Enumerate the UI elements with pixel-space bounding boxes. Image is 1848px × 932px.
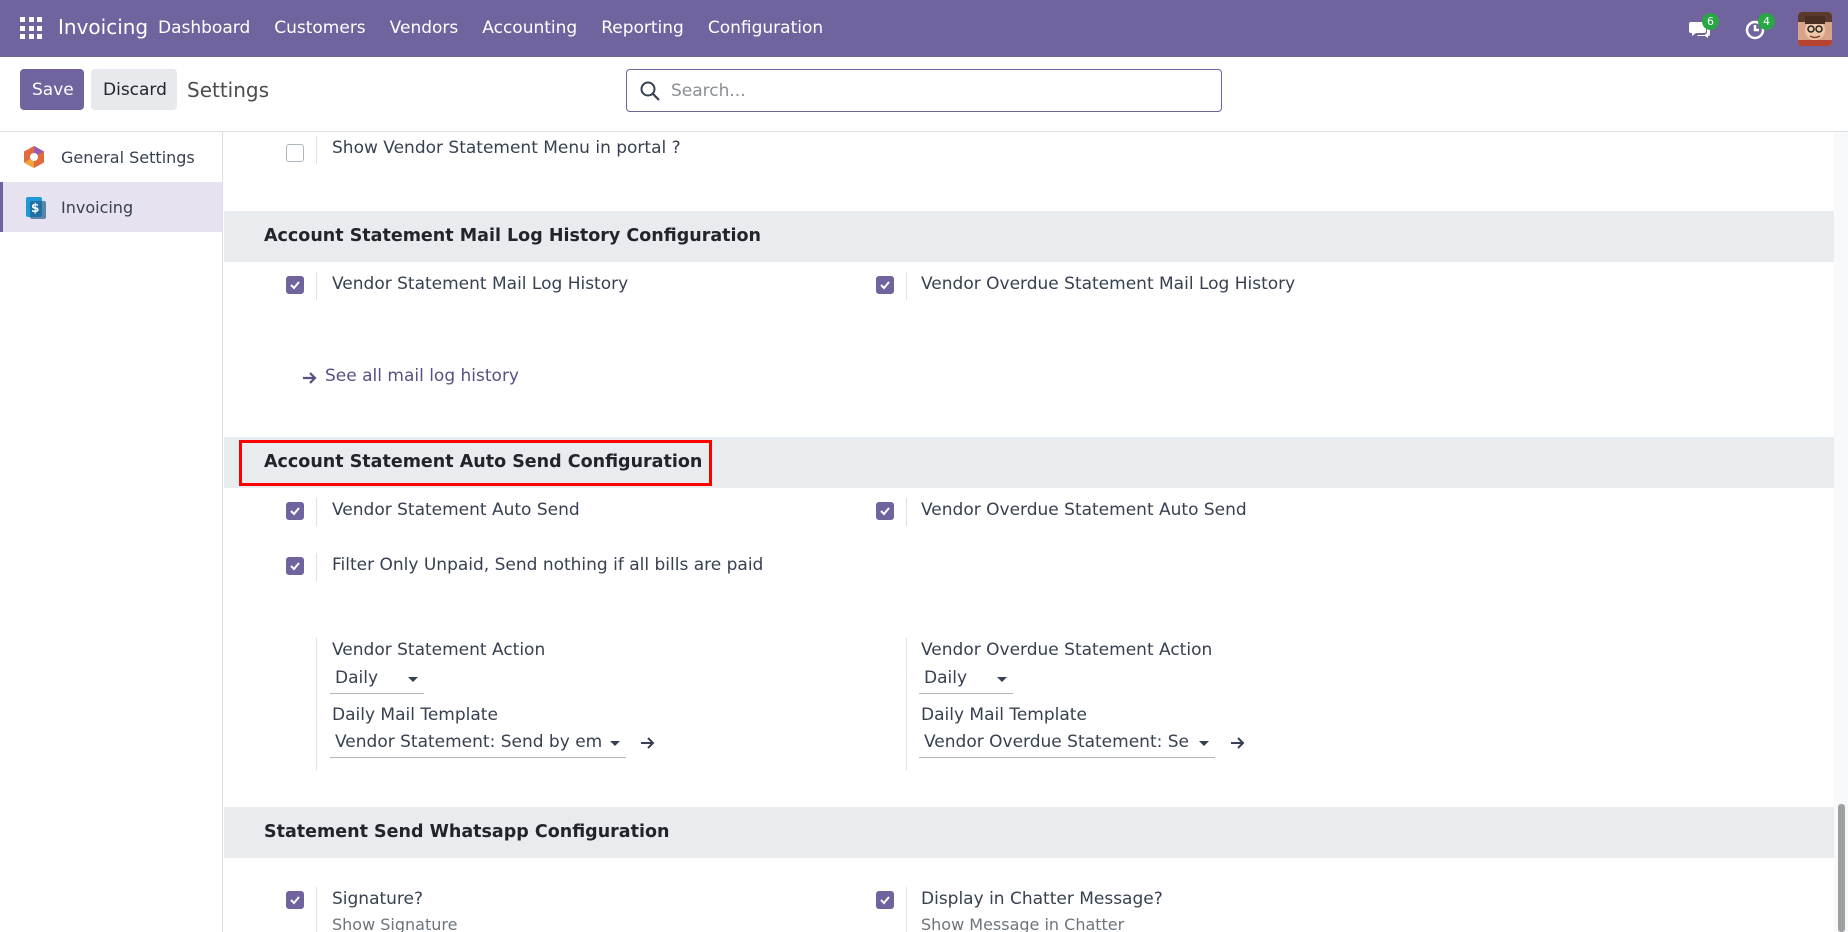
apps-menu-icon[interactable] <box>20 17 42 39</box>
messages-badge: 6 <box>1702 13 1719 30</box>
menu-configuration[interactable]: Configuration <box>708 18 823 38</box>
portal-setting-label: Show Vendor Statement Menu in portal ? <box>332 138 681 158</box>
arrow-right-icon[interactable] <box>638 733 658 753</box>
arrow-right-icon[interactable] <box>1228 733 1248 753</box>
vendor-statement-action-select[interactable]: Daily <box>330 666 424 694</box>
mail-log-section-header: Account Statement Mail Log History Confi… <box>224 211 1834 262</box>
see-mail-log-history-link[interactable]: See all mail log history <box>325 366 519 386</box>
vendor-overdue-mail-log-checkbox[interactable] <box>876 276 894 294</box>
filter-unpaid-label: Filter Only Unpaid, Send nothing if all … <box>332 555 764 575</box>
vendor-overdue-mail-log-label: Vendor Overdue Statement Mail Log Histor… <box>921 274 1296 294</box>
discard-button[interactable]: Discard <box>91 69 177 110</box>
messages-icon[interactable]: 6 <box>1688 13 1719 41</box>
chatter-message-sub: Show Message in Chatter <box>921 915 1125 932</box>
divider <box>316 272 317 300</box>
divider <box>316 136 317 164</box>
vendor-overdue-action-label: Vendor Overdue Statement Action <box>921 640 1213 660</box>
page-title: Settings <box>187 78 270 102</box>
menu-dashboard[interactable]: Dashboard <box>158 18 250 38</box>
divider <box>906 638 907 770</box>
vendor-overdue-action-select[interactable]: Daily <box>919 666 1013 694</box>
divider <box>906 272 907 300</box>
select-value: Vendor Statement: Send by email <box>335 732 601 752</box>
settings-content: Show Vendor Statement Menu in portal ? A… <box>224 132 1834 932</box>
vendor-overdue-auto-send-checkbox[interactable] <box>876 502 894 520</box>
daily-mail-template-label: Daily Mail Template <box>332 705 498 725</box>
svg-text:$: $ <box>31 201 39 215</box>
search-icon <box>640 81 660 101</box>
top-navbar: Invoicing Dashboard Customers Vendors Ac… <box>0 0 1848 57</box>
portal-checkbox[interactable] <box>286 144 304 162</box>
vendor-auto-send-label: Vendor Statement Auto Send <box>332 500 580 520</box>
sidebar-item-general-settings[interactable]: General Settings <box>0 132 222 182</box>
invoicing-icon: $ <box>26 197 46 219</box>
vendor-mail-log-label: Vendor Statement Mail Log History <box>332 274 629 294</box>
navbar-systray: 6 4 <box>1648 0 1848 57</box>
daily-mail-template-label: Daily Mail Template <box>921 705 1087 725</box>
sidebar-item-label: Invoicing <box>61 197 134 217</box>
chatter-message-checkbox[interactable] <box>876 891 894 909</box>
caret-down-icon <box>997 677 1007 682</box>
vendor-statement-action-label: Vendor Statement Action <box>332 640 546 660</box>
search-input[interactable] <box>671 78 1211 104</box>
caret-down-icon <box>408 677 418 682</box>
signature-checkbox[interactable] <box>286 891 304 909</box>
select-value: Daily <box>335 668 379 688</box>
signature-label: Signature? <box>332 889 424 909</box>
whatsapp-section-header: Statement Send Whatsapp Configuration <box>224 807 1834 858</box>
arrow-right-icon <box>303 372 317 384</box>
filter-unpaid-checkbox[interactable] <box>286 557 304 575</box>
caret-down-icon <box>610 741 620 746</box>
user-avatar[interactable] <box>1798 12 1832 46</box>
section-title: Statement Send Whatsapp Configuration <box>264 822 670 842</box>
divider <box>906 498 907 526</box>
app-brand[interactable]: Invoicing <box>58 15 148 39</box>
vendor-statement-template-select[interactable]: Vendor Statement: Send by email <box>330 730 626 758</box>
activities-badge: 4 <box>1758 13 1775 30</box>
sidebar-item-label: General Settings <box>61 147 195 167</box>
divider <box>316 638 317 770</box>
search-box[interactable] <box>626 69 1222 112</box>
select-value: Daily <box>924 668 968 688</box>
menu-reporting[interactable]: Reporting <box>601 18 684 38</box>
highlight-annotation <box>239 440 712 486</box>
general-settings-icon <box>24 146 44 168</box>
divider <box>316 498 317 526</box>
main-menu: Dashboard Customers Vendors Accounting R… <box>158 18 847 38</box>
vendor-mail-log-checkbox[interactable] <box>286 276 304 294</box>
settings-sidebar: General Settings $ Invoicing <box>0 132 223 932</box>
chatter-message-label: Display in Chatter Message? <box>921 889 1163 909</box>
divider <box>316 553 317 581</box>
caret-down-icon <box>1199 741 1209 746</box>
section-title: Account Statement Mail Log History Confi… <box>264 226 761 246</box>
signature-sub: Show Signature <box>332 915 458 932</box>
divider <box>906 887 907 932</box>
menu-accounting[interactable]: Accounting <box>482 18 577 38</box>
menu-customers[interactable]: Customers <box>274 18 365 38</box>
select-value: Vendor Overdue Statement: Send by email <box>924 732 1190 752</box>
vendor-overdue-auto-send-label: Vendor Overdue Statement Auto Send <box>921 500 1247 520</box>
control-panel: Save Discard Settings <box>0 57 1848 132</box>
save-button[interactable]: Save <box>20 69 84 110</box>
vendor-auto-send-checkbox[interactable] <box>286 502 304 520</box>
divider <box>316 887 317 932</box>
scrollbar-thumb[interactable] <box>1838 804 1845 932</box>
sidebar-item-invoicing[interactable]: $ Invoicing <box>0 182 222 232</box>
menu-vendors[interactable]: Vendors <box>390 18 459 38</box>
vendor-overdue-template-select[interactable]: Vendor Overdue Statement: Send by email <box>919 730 1215 758</box>
activities-clock-icon[interactable]: 4 <box>1744 13 1775 41</box>
scrollbar[interactable] <box>1834 132 1848 932</box>
